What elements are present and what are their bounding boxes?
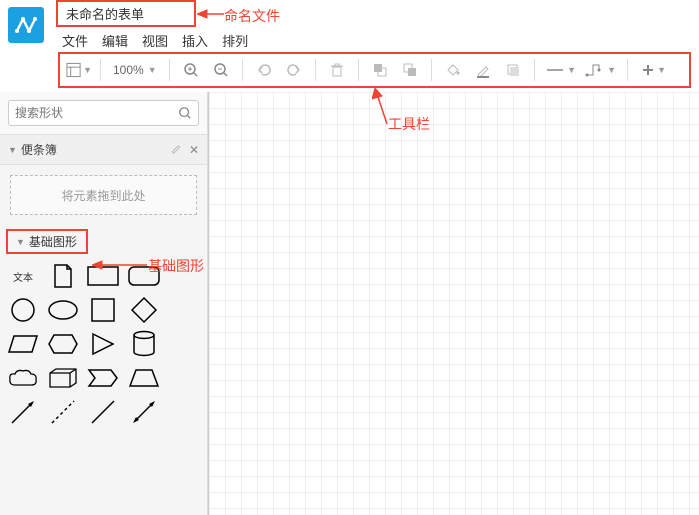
chevron-down-icon: ▼ bbox=[16, 237, 25, 247]
dropzone-text: 将元素拖到此处 bbox=[61, 187, 145, 204]
dropdown-caret-icon: ▼ bbox=[83, 65, 92, 75]
dropdown-caret-icon: ▼ bbox=[607, 65, 616, 75]
app-logo[interactable] bbox=[8, 7, 44, 43]
shape-ellipse[interactable] bbox=[46, 296, 80, 324]
zoom-in-button[interactable] bbox=[178, 57, 204, 83]
shape-cube[interactable] bbox=[46, 364, 80, 392]
redo-button[interactable] bbox=[281, 57, 307, 83]
zoom-control[interactable]: 100% ▼ bbox=[109, 63, 161, 77]
scratchpad-header[interactable]: ▼ 便条簿 ✕ bbox=[0, 135, 207, 165]
shape-hexagon[interactable] bbox=[46, 330, 80, 358]
to-back-icon bbox=[402, 62, 418, 78]
trash-icon bbox=[330, 62, 344, 78]
fill-color-button[interactable] bbox=[440, 57, 466, 83]
basic-shapes-header[interactable]: ▼ 基础图形 bbox=[6, 229, 88, 254]
shape-circle[interactable] bbox=[6, 296, 40, 324]
undo-icon bbox=[256, 62, 272, 78]
shape-spacer bbox=[167, 330, 201, 358]
close-icon[interactable]: ✕ bbox=[189, 143, 199, 157]
shape-text[interactable]: 文本 bbox=[6, 262, 40, 290]
shadow-button[interactable] bbox=[500, 57, 526, 83]
shadow-icon bbox=[505, 62, 521, 78]
search-icon[interactable] bbox=[178, 106, 192, 120]
undo-button[interactable] bbox=[251, 57, 277, 83]
shape-double-arrow[interactable] bbox=[127, 398, 161, 426]
shape-rounded-rect[interactable] bbox=[127, 262, 161, 290]
shape-dashed-line[interactable] bbox=[46, 398, 80, 426]
zoom-out-button[interactable] bbox=[208, 57, 234, 83]
shapes-sidebar: ▼ 便条簿 ✕ 将元素拖到此处 ▼ 基础图形 文本 bbox=[0, 92, 208, 515]
shape-document[interactable] bbox=[46, 262, 80, 290]
toolbar: ▼ 100% ▼ ▼ ▼ bbox=[58, 52, 691, 88]
shape-cloud[interactable] bbox=[6, 364, 40, 392]
dropdown-caret-icon: ▼ bbox=[567, 65, 576, 75]
shape-rectangle[interactable] bbox=[86, 262, 120, 290]
shape-spacer bbox=[167, 296, 201, 324]
add-button[interactable]: ▼ bbox=[636, 57, 672, 83]
shape-step[interactable] bbox=[86, 364, 120, 392]
zoom-value: 100% bbox=[113, 63, 144, 77]
to-front-icon bbox=[372, 62, 388, 78]
shape-spacer bbox=[167, 398, 201, 426]
plus-icon bbox=[641, 63, 655, 77]
waypoint-icon bbox=[585, 63, 605, 77]
shape-diamond[interactable] bbox=[127, 296, 161, 324]
shape-line[interactable] bbox=[86, 398, 120, 426]
drawing-canvas[interactable] bbox=[208, 92, 699, 515]
dropdown-caret-icon: ▼ bbox=[148, 65, 157, 75]
delete-button[interactable] bbox=[324, 57, 350, 83]
menu-arrange[interactable]: 排列 bbox=[222, 31, 248, 50]
shape-spacer bbox=[167, 364, 201, 392]
scratchpad-dropzone[interactable]: 将元素拖到此处 bbox=[10, 175, 197, 215]
view-mode-button[interactable]: ▼ bbox=[66, 57, 92, 83]
shape-spacer bbox=[167, 262, 201, 290]
layout-icon bbox=[66, 62, 81, 78]
fill-icon bbox=[445, 62, 461, 78]
document-title[interactable]: 未命名的表单 bbox=[56, 0, 196, 27]
shape-arrow-line[interactable] bbox=[6, 398, 40, 426]
basic-shapes-grid: 文本 bbox=[0, 254, 207, 434]
dropdown-caret-icon: ▼ bbox=[657, 65, 666, 75]
shape-trapezoid[interactable] bbox=[127, 364, 161, 392]
menu-insert[interactable]: 插入 bbox=[182, 31, 208, 50]
chevron-down-icon: ▼ bbox=[8, 145, 17, 155]
shape-parallelogram[interactable] bbox=[6, 330, 40, 358]
to-front-button[interactable] bbox=[367, 57, 393, 83]
scratchpad-label: 便条簿 bbox=[21, 141, 57, 158]
shape-triangle[interactable] bbox=[86, 330, 120, 358]
menu-view[interactable]: 视图 bbox=[142, 31, 168, 50]
to-back-button[interactable] bbox=[397, 57, 423, 83]
zoom-in-icon bbox=[183, 62, 199, 78]
basic-shapes-label: 基础图形 bbox=[29, 233, 77, 250]
menu-bar: 文件 编辑 视图 插入 排列 bbox=[56, 31, 248, 50]
shape-square[interactable] bbox=[86, 296, 120, 324]
line-icon bbox=[545, 64, 565, 76]
pencil-icon bbox=[475, 62, 491, 78]
waypoint-style-button[interactable]: ▼ bbox=[583, 57, 619, 83]
search-box bbox=[8, 100, 199, 126]
connection-style-button[interactable]: ▼ bbox=[543, 57, 579, 83]
pencil-icon[interactable] bbox=[170, 142, 182, 154]
logo-icon bbox=[14, 13, 38, 37]
menu-file[interactable]: 文件 bbox=[62, 31, 88, 50]
shape-cylinder[interactable] bbox=[127, 330, 161, 358]
search-input[interactable] bbox=[15, 106, 178, 120]
redo-icon bbox=[286, 62, 302, 78]
menu-edit[interactable]: 编辑 bbox=[102, 31, 128, 50]
line-color-button[interactable] bbox=[470, 57, 496, 83]
zoom-out-icon bbox=[213, 62, 229, 78]
app-header: 未命名的表单 文件 编辑 视图 插入 排列 bbox=[0, 0, 699, 50]
